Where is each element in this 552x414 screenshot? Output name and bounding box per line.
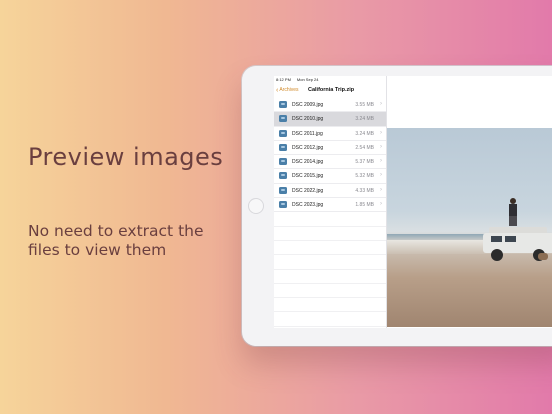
nav-bar: ‹Archives California Trip.zip [274, 84, 386, 98]
empty-row [274, 241, 386, 256]
file-row[interactable]: DSC 2011.jpg 3.24 MB › [274, 127, 386, 141]
preview-photo[interactable] [387, 128, 552, 327]
file-name: DSC 2012.jpg [292, 144, 324, 151]
file-name: DSC 2015.jpg [292, 173, 324, 180]
chevron-right-icon: › [380, 201, 382, 208]
file-row[interactable]: DSC 2014.jpg 5.37 MB › [274, 155, 386, 170]
file-size: 2.54 MB [355, 144, 374, 151]
file-name: DSC 2023.jpg [292, 202, 324, 209]
photo-dog [538, 253, 548, 260]
file-row[interactable]: DSC 2022.jpg 4.33 MB › [274, 184, 386, 199]
photo-person [508, 198, 518, 228]
file-name: DSC 2009.jpg [292, 102, 324, 108]
image-file-icon [279, 115, 287, 123]
file-list: DSC 2009.jpg 3.55 MB › DSC 2010.jpg 3.24… [274, 98, 386, 327]
file-row-selected[interactable]: DSC 2010.jpg 3.24 MB [274, 112, 386, 127]
empty-row [274, 255, 386, 270]
headline: Preview images [28, 143, 224, 171]
file-size: 3.55 MB [355, 102, 374, 108]
back-button[interactable]: ‹Archives [276, 87, 299, 94]
archive-title: California Trip.zip [308, 87, 355, 93]
file-size: 1.85 MB [355, 202, 374, 209]
status-bar: 8:12 PM Mon Sep 24 [276, 77, 324, 82]
file-name: DSC 2014.jpg [292, 159, 324, 166]
status-time: 8:12 PM [276, 77, 291, 82]
empty-row [274, 212, 386, 227]
empty-row [274, 284, 386, 299]
file-size: 3.24 MB [355, 116, 374, 123]
image-file-icon [279, 201, 287, 209]
chevron-left-icon: ‹ [276, 87, 279, 94]
empty-row [274, 227, 386, 241]
empty-row [274, 312, 386, 327]
home-button [248, 198, 264, 214]
file-size: 3.24 MB [355, 130, 374, 137]
empty-row [274, 298, 386, 313]
file-row[interactable]: DSC 2015.jpg 5.32 MB › [274, 169, 386, 184]
chevron-right-icon: › [380, 101, 382, 107]
app-screen: 8:12 PM Mon Sep 24 ‹Archives California T… [274, 76, 552, 328]
image-file-icon [279, 186, 287, 194]
image-file-icon [279, 172, 287, 180]
empty-list-area [274, 212, 386, 327]
image-file-icon [279, 158, 287, 166]
chevron-right-icon: › [380, 158, 382, 165]
chevron-right-icon: › [380, 129, 382, 136]
file-list-panel: 8:12 PM Mon Sep 24 ‹Archives California T… [274, 76, 387, 328]
file-row[interactable]: DSC 2023.jpg 1.85 MB › [274, 198, 386, 213]
file-name: DSC 2010.jpg [292, 116, 324, 123]
chevron-right-icon: › [380, 172, 382, 179]
image-file-icon [279, 101, 287, 108]
file-name: DSC 2011.jpg [292, 130, 323, 137]
status-date: Mon Sep 24 [296, 77, 319, 82]
file-row[interactable]: DSC 2012.jpg 2.54 MB › [274, 141, 386, 156]
image-file-icon [279, 143, 287, 151]
chevron-right-icon: › [380, 186, 382, 193]
chevron-right-icon: › [380, 143, 382, 150]
file-size: 5.32 MB [355, 173, 374, 180]
back-label: Archives [279, 87, 299, 93]
image-preview-pane [387, 76, 552, 328]
file-size: 5.37 MB [355, 159, 374, 166]
file-size: 4.33 MB [355, 187, 374, 194]
file-row[interactable]: DSC 2009.jpg 3.55 MB › [274, 98, 386, 113]
subline: No need to extract the files to view the… [28, 222, 204, 259]
empty-row [274, 270, 386, 284]
image-file-icon [279, 129, 287, 137]
file-name: DSC 2022.jpg [292, 187, 324, 194]
